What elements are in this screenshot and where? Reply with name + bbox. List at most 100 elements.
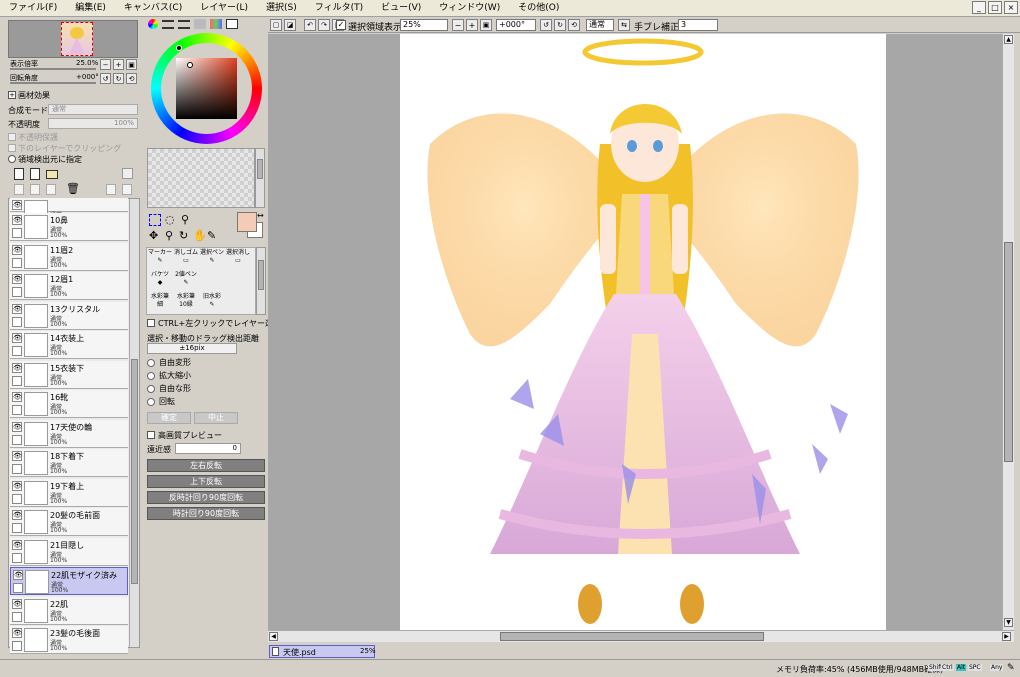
- undo-button[interactable]: ↶: [304, 19, 316, 31]
- document-tab[interactable]: 天使.psd 25%: [269, 645, 376, 658]
- canvas-viewport[interactable]: [268, 34, 1002, 630]
- menu-canvas[interactable]: キャンバス(C): [115, 0, 191, 17]
- cancel-button[interactable]: 中止: [194, 412, 238, 424]
- selection-erase-tool[interactable]: 選択消し ▭: [226, 249, 250, 271]
- layer-row[interactable]: 👁 22肌 通常 100%: [10, 597, 128, 625]
- zoom-reset-button[interactable]: ▣: [480, 19, 492, 31]
- visibility-eye-icon[interactable]: 👁: [12, 363, 22, 373]
- rotate-left-button[interactable]: ↺: [540, 19, 552, 31]
- confirm-button[interactable]: 確定: [147, 412, 191, 424]
- transfer-down-icon[interactable]: [14, 184, 24, 195]
- layer-row[interactable]: 👁 18下着下 通常 100%: [10, 449, 128, 477]
- scratch-swatch-area[interactable]: [147, 148, 255, 208]
- visibility-eye-icon[interactable]: 👁: [12, 274, 22, 284]
- rotate-right-button[interactable]: ↻: [554, 19, 566, 31]
- flip-horizontal-button[interactable]: 左右反転: [147, 459, 265, 472]
- visibility-eye-icon[interactable]: 👁: [12, 200, 22, 210]
- drag-distance-slider[interactable]: ±16pix: [147, 343, 237, 354]
- layer-lock-checkbox[interactable]: [13, 583, 23, 593]
- zoom-tool-icon[interactable]: ⚲: [165, 230, 173, 242]
- swap-colors-icon[interactable]: ↔: [257, 211, 264, 220]
- merge-visible-icon[interactable]: [106, 184, 116, 195]
- move-icon[interactable]: ✥: [149, 230, 158, 242]
- hq-preview-checkbox[interactable]: [147, 431, 155, 439]
- sv-marker[interactable]: [187, 62, 193, 68]
- menu-window[interactable]: ウィンドウ(W): [430, 0, 509, 17]
- canvas-vscroll-thumb[interactable]: [1004, 242, 1013, 462]
- menu-edit[interactable]: 編集(E): [66, 0, 115, 17]
- rotation-select[interactable]: +000°: [496, 19, 536, 31]
- close-button[interactable]: ×: [1004, 1, 1018, 14]
- visibility-eye-icon[interactable]: 👁: [12, 481, 22, 491]
- layer-option-icon[interactable]: [122, 168, 133, 179]
- flatten-icon[interactable]: [122, 184, 132, 195]
- visibility-eye-icon[interactable]: 👁: [12, 628, 22, 638]
- rotate-ccw-button[interactable]: 反時計回り90度回転: [147, 491, 265, 504]
- canvas-horizontal-scrollbar[interactable]: ◀ ▶: [268, 630, 1014, 642]
- lasso-icon[interactable]: ◌: [165, 214, 175, 226]
- preserve-opacity-checkbox[interactable]: [8, 133, 16, 141]
- layer-row[interactable]: 👁 13クリスタル 通常 100%: [10, 302, 128, 330]
- hue-marker[interactable]: [176, 45, 182, 51]
- blend-mode-select[interactable]: 通常: [48, 104, 138, 115]
- swatch-toggle-icon[interactable]: [210, 19, 222, 29]
- flip-view-button[interactable]: ⇆: [618, 19, 630, 31]
- nav-rotate-right-button[interactable]: ↻: [113, 73, 124, 84]
- hand-tool-icon[interactable]: ✋: [193, 230, 207, 242]
- scale-radio[interactable]: 拡大縮小: [147, 369, 265, 382]
- layer-list-scrollbar[interactable]: [129, 199, 139, 647]
- blend-select[interactable]: 通常: [586, 19, 614, 31]
- rotate-radio[interactable]: 回転: [147, 395, 265, 408]
- nav-zoom-slider[interactable]: [10, 68, 96, 70]
- bucket-tool[interactable]: バケツ ◆: [148, 271, 172, 293]
- ctrl-click-checkbox[interactable]: [147, 319, 155, 327]
- merge-down-icon[interactable]: [30, 184, 40, 195]
- scroll-right-arrow[interactable]: ▶: [1002, 632, 1011, 641]
- layer-row[interactable]: 👁 15衣装下 通常 100%: [10, 361, 128, 389]
- new-folder-icon[interactable]: [46, 170, 58, 179]
- scroll-up-arrow[interactable]: ▲: [1004, 35, 1013, 44]
- old-watercolor-tool[interactable]: 旧水彩 ✎: [200, 293, 224, 315]
- layer-row[interactable]: 👁 19下着上 通常 100%: [10, 479, 128, 507]
- paper-effect-toggle[interactable]: +: [8, 91, 16, 99]
- nav-rotate-reset-button[interactable]: ⟲: [126, 73, 137, 84]
- opacity-slider[interactable]: 100%: [48, 118, 138, 129]
- menu-select[interactable]: 選択(S): [257, 0, 306, 17]
- layer-list-scroll-thumb[interactable]: [131, 359, 138, 584]
- navigator-preview[interactable]: [8, 20, 138, 58]
- layer-lock-checkbox[interactable]: [12, 405, 22, 415]
- nav-zoom-fit-button[interactable]: ▣: [126, 59, 137, 70]
- eyedropper-icon[interactable]: ✎: [207, 230, 216, 242]
- new-layer-icon[interactable]: [14, 168, 24, 180]
- layer-row[interactable]: 👁通常100%: [10, 198, 128, 224]
- layer-lock-checkbox[interactable]: [12, 553, 22, 563]
- perspective-input[interactable]: 0: [175, 443, 241, 454]
- rgb-slider-toggle-icon[interactable]: [162, 20, 174, 29]
- menu-other[interactable]: その他(O): [509, 0, 568, 17]
- selection-pen-tool[interactable]: 選択ペン ✎: [200, 249, 224, 271]
- canvas-document[interactable]: [400, 34, 886, 630]
- layer-lock-checkbox[interactable]: [12, 376, 22, 386]
- canvas-hscroll-thumb[interactable]: [500, 632, 764, 641]
- clear-layer-icon[interactable]: [46, 184, 56, 195]
- visibility-eye-icon[interactable]: 👁: [12, 510, 22, 520]
- visibility-eye-icon[interactable]: 👁: [12, 451, 22, 461]
- visibility-eye-icon[interactable]: 👁: [12, 392, 22, 402]
- watercolor-fine-tool[interactable]: 水彩筆細: [148, 293, 172, 315]
- layer-lock-checkbox[interactable]: [12, 287, 22, 297]
- trash-icon[interactable]: 🗑: [66, 183, 80, 195]
- free-shape-radio[interactable]: 自由な形: [147, 382, 265, 395]
- free-transform-radio[interactable]: 自由変形: [147, 356, 265, 369]
- menu-view[interactable]: ビュー(V): [372, 0, 430, 17]
- layer-row[interactable]: 👁 17天使の輪 通常 100%: [10, 420, 128, 448]
- zoom-in-button[interactable]: +: [466, 19, 478, 31]
- flip-vertical-button[interactable]: 上下反転: [147, 475, 265, 488]
- stabilizer-select[interactable]: 3: [678, 19, 718, 31]
- clipping-checkbox[interactable]: [8, 144, 16, 152]
- nav-rotate-left-button[interactable]: ↺: [100, 73, 111, 84]
- tool-grid-scrollbar[interactable]: [256, 247, 266, 315]
- rotate-tool-icon[interactable]: ↻: [179, 230, 188, 242]
- layer-row[interactable]: 👁 14衣装上 通常 100%: [10, 331, 128, 359]
- canvas-vertical-scrollbar[interactable]: ▲ ▼: [1002, 34, 1014, 630]
- layer-row[interactable]: 👁 22肌モザイク済み 通常 100%: [10, 567, 128, 595]
